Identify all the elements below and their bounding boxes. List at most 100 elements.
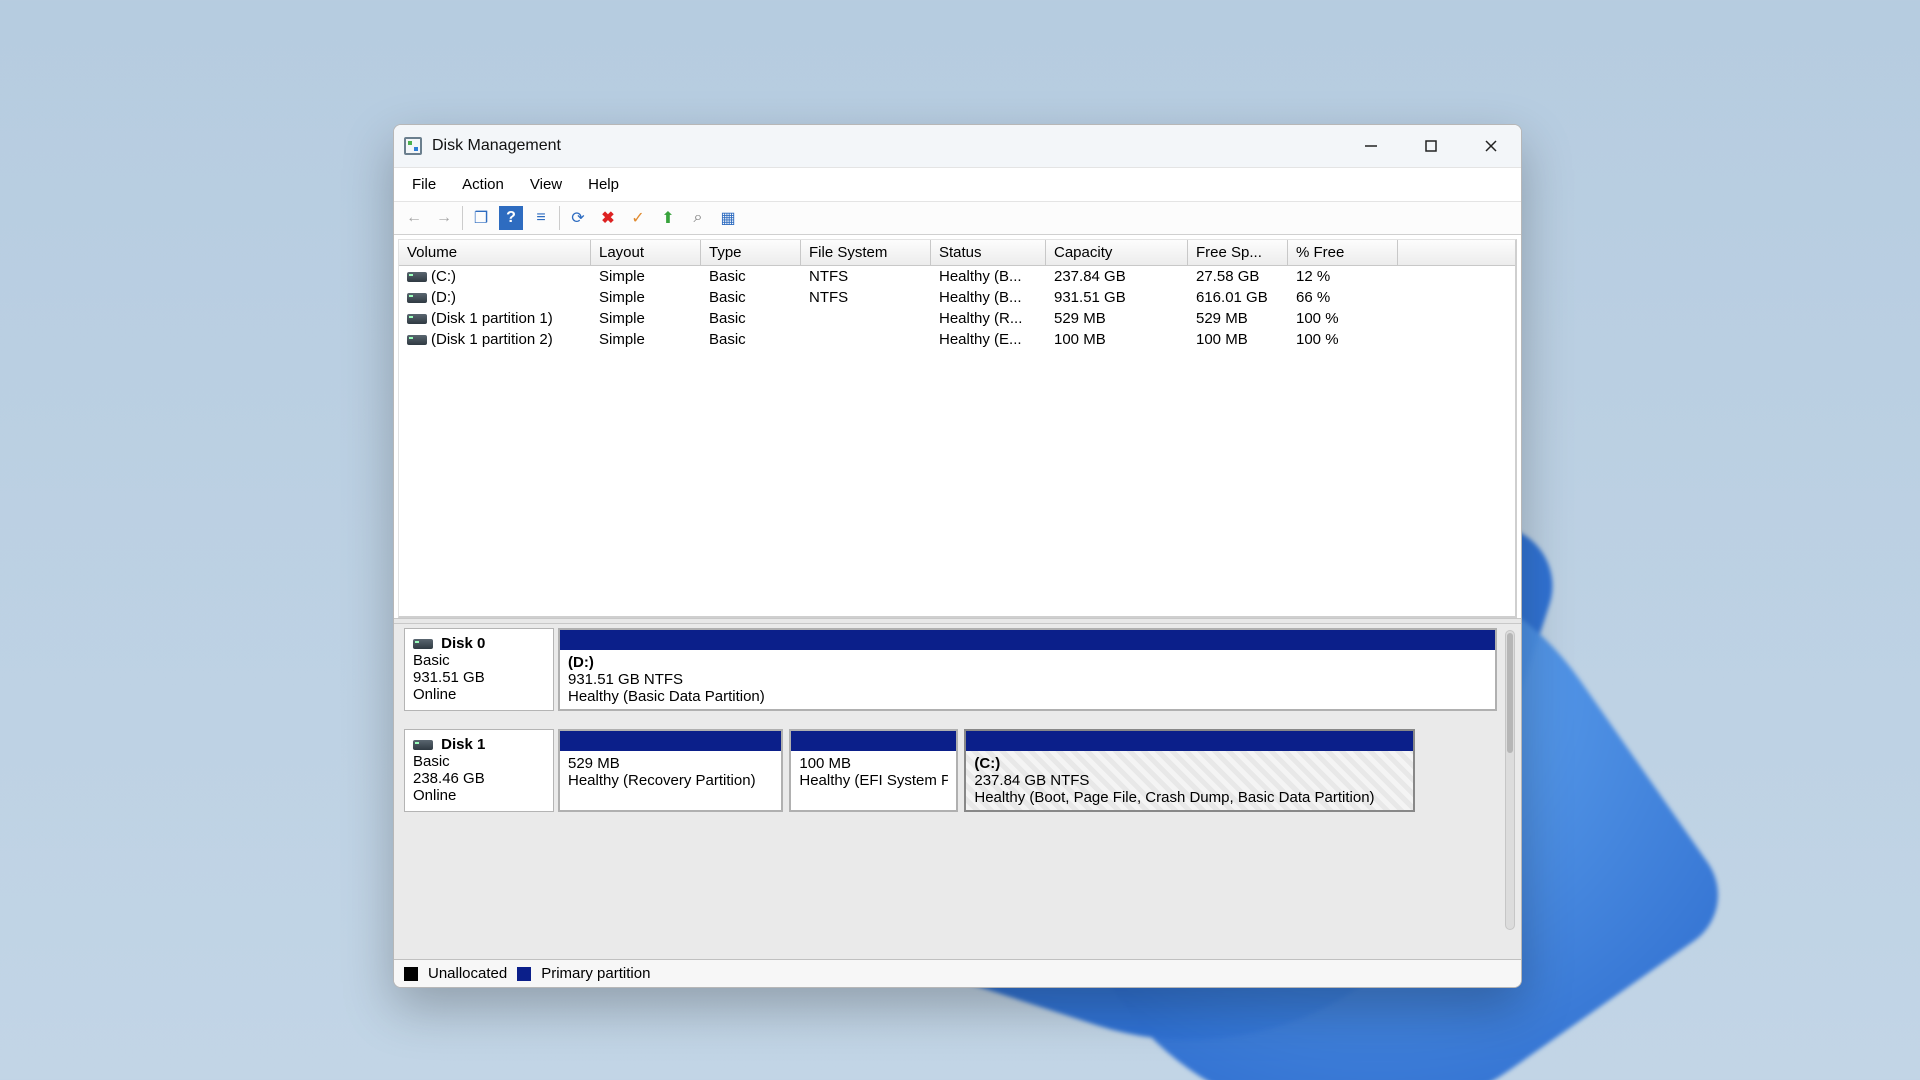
- volume-capacity: 529 MB: [1046, 309, 1188, 328]
- volume-layout: Simple: [591, 267, 701, 286]
- col-filesystem[interactable]: File System: [801, 240, 931, 265]
- volume-pct: 12 %: [1288, 267, 1398, 286]
- view-settings-icon[interactable]: ▦: [716, 206, 740, 230]
- maximize-button[interactable]: [1401, 125, 1461, 167]
- show-list-icon[interactable]: ≡: [529, 206, 553, 230]
- partitions-container: (D:)931.51 GB NTFSHealthy (Basic Data Pa…: [558, 628, 1497, 711]
- volume-pct: 66 %: [1288, 288, 1398, 307]
- menu-action[interactable]: Action: [450, 172, 516, 197]
- disk-type: Basic: [413, 753, 545, 770]
- delete-icon[interactable]: ✖: [596, 206, 620, 230]
- partition-status: Healthy (Boot, Page File, Crash Dump, Ba…: [974, 789, 1405, 806]
- partition[interactable]: (D:)931.51 GB NTFSHealthy (Basic Data Pa…: [558, 628, 1497, 711]
- col-free[interactable]: Free Sp...: [1188, 240, 1288, 265]
- volume-name: (C:): [431, 268, 456, 285]
- partition-label: (D:): [568, 654, 1487, 671]
- explore-icon[interactable]: ⌕: [686, 206, 710, 230]
- graphical-scrollbar[interactable]: [1505, 630, 1515, 930]
- volume-type: Basic: [701, 288, 801, 307]
- titlebar-left: Disk Management: [404, 137, 561, 155]
- col-type[interactable]: Type: [701, 240, 801, 265]
- refresh-icon[interactable]: ⟳: [566, 206, 590, 230]
- volume-status: Healthy (B...: [931, 288, 1046, 307]
- volume-icon: [407, 335, 427, 345]
- scrollbar-thumb-icon[interactable]: [1507, 633, 1513, 753]
- volume-layout: Simple: [591, 330, 701, 349]
- toolbar-separator: [462, 206, 463, 230]
- volume-fs: [801, 330, 931, 349]
- volume-layout: Simple: [591, 309, 701, 328]
- partition-size: 931.51 GB NTFS: [568, 671, 1487, 688]
- legend-primary-label: Primary partition: [541, 965, 650, 982]
- help-icon[interactable]: ?: [499, 206, 523, 230]
- volume-type: Basic: [701, 267, 801, 286]
- disk-label[interactable]: Disk 0Basic931.51 GBOnline: [404, 628, 554, 711]
- graphical-view-panel: Disk 0Basic931.51 GBOnline(D:)931.51 GB …: [394, 624, 1521, 959]
- volume-status: Healthy (E...: [931, 330, 1046, 349]
- volume-table: Volume Layout Type File System Status Ca…: [398, 239, 1517, 618]
- volume-fs: NTFS: [801, 288, 931, 307]
- partition[interactable]: (C:)237.84 GB NTFSHealthy (Boot, Page Fi…: [964, 729, 1415, 812]
- properties-icon[interactable]: ❐: [469, 206, 493, 230]
- volume-pct: 100 %: [1288, 309, 1398, 328]
- disk-icon: [413, 740, 433, 750]
- volume-name: (Disk 1 partition 1): [431, 310, 553, 327]
- menu-file[interactable]: File: [400, 172, 448, 197]
- partition-size: 237.84 GB NTFS: [974, 772, 1405, 789]
- window-controls: [1341, 125, 1521, 167]
- volume-name: (D:): [431, 289, 456, 306]
- minimize-button[interactable]: [1341, 125, 1401, 167]
- volume-status: Healthy (R...: [931, 309, 1046, 328]
- check-icon[interactable]: ✓: [626, 206, 650, 230]
- volume-row[interactable]: (Disk 1 partition 2)SimpleBasicHealthy (…: [399, 329, 1515, 350]
- col-layout[interactable]: Layout: [591, 240, 701, 265]
- app-icon: [404, 137, 422, 155]
- menu-help[interactable]: Help: [576, 172, 631, 197]
- partition-status: Healthy (Recovery Partition): [568, 772, 773, 789]
- volume-capacity: 237.84 GB: [1046, 267, 1188, 286]
- disk-size: 931.51 GB: [413, 669, 545, 686]
- partition-label: (C:): [974, 755, 1405, 772]
- disk-type: Basic: [413, 652, 545, 669]
- disk-state: Online: [413, 787, 545, 804]
- volume-capacity: 931.51 GB: [1046, 288, 1188, 307]
- partition[interactable]: 529 MBHealthy (Recovery Partition): [558, 729, 783, 812]
- disk-state: Online: [413, 686, 545, 703]
- volume-row[interactable]: (D:)SimpleBasicNTFSHealthy (B...931.51 G…: [399, 287, 1515, 308]
- partition-status: Healthy (EFI System Partition): [799, 772, 948, 789]
- new-partition-icon[interactable]: ⬆: [656, 206, 680, 230]
- volume-row[interactable]: (C:)SimpleBasicNTFSHealthy (B...237.84 G…: [399, 266, 1515, 287]
- col-spacer: [1398, 240, 1515, 265]
- col-pctfree[interactable]: % Free: [1288, 240, 1398, 265]
- disk-row: Disk 0Basic931.51 GBOnline(D:)931.51 GB …: [404, 628, 1497, 711]
- close-button[interactable]: [1461, 125, 1521, 167]
- menu-view[interactable]: View: [518, 172, 574, 197]
- disk-icon: [413, 639, 433, 649]
- disk-label[interactable]: Disk 1Basic238.46 GBOnline: [404, 729, 554, 812]
- volume-icon: [407, 293, 427, 303]
- volume-row[interactable]: (Disk 1 partition 1)SimpleBasicHealthy (…: [399, 308, 1515, 329]
- back-icon: ←: [402, 206, 426, 230]
- disk-size: 238.46 GB: [413, 770, 545, 787]
- forward-icon: →: [432, 206, 456, 230]
- volume-status: Healthy (B...: [931, 267, 1046, 286]
- partition-size: 100 MB: [799, 755, 948, 772]
- partition[interactable]: 100 MBHealthy (EFI System Partition): [789, 729, 958, 812]
- legend-unallocated-label: Unallocated: [428, 965, 507, 982]
- volume-icon: [407, 272, 427, 282]
- partition-header-bar: [560, 630, 1495, 650]
- legend-unallocated-swatch: [404, 967, 418, 981]
- col-volume[interactable]: Volume: [399, 240, 591, 265]
- partition-header-bar: [560, 731, 781, 751]
- volume-capacity: 100 MB: [1046, 330, 1188, 349]
- disk-management-window: Disk Management File Action View Help ← …: [393, 124, 1522, 988]
- col-capacity[interactable]: Capacity: [1046, 240, 1188, 265]
- volume-list-panel: Volume Layout Type File System Status Ca…: [394, 235, 1521, 618]
- col-status[interactable]: Status: [931, 240, 1046, 265]
- partition-status: Healthy (Basic Data Partition): [568, 688, 1487, 705]
- disk-row: Disk 1Basic238.46 GBOnline529 MBHealthy …: [404, 729, 1497, 812]
- partitions-container: 529 MBHealthy (Recovery Partition)100 MB…: [558, 729, 1497, 812]
- volume-pct: 100 %: [1288, 330, 1398, 349]
- partition-size: 529 MB: [568, 755, 773, 772]
- menubar: File Action View Help: [394, 167, 1521, 202]
